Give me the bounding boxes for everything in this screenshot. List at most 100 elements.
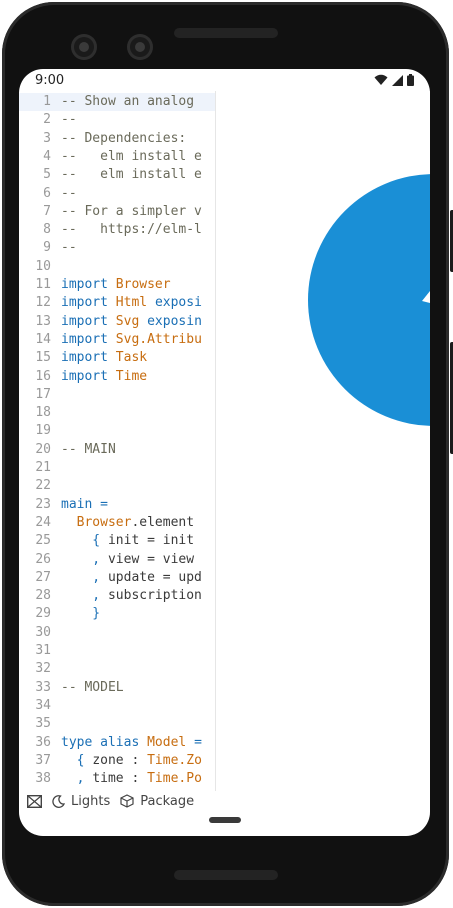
code-line[interactable]: 19 (19, 422, 215, 440)
code-line[interactable]: 37 { zone : Time.Zo (19, 752, 215, 770)
code-token: update = upd (107, 569, 202, 585)
code-token: -- elm install e (61, 148, 202, 164)
code-line[interactable]: 22 (19, 477, 215, 495)
code-line[interactable]: 33 -- MODEL (19, 679, 215, 697)
packages-button[interactable]: Package (120, 794, 194, 809)
code-token: main = (61, 496, 108, 512)
code-line[interactable]: 29 } (19, 605, 215, 623)
code-text: import Html exposi (61, 294, 202, 312)
code-line[interactable]: 3 -- Dependencies: (19, 130, 215, 148)
line-number: 12 (35, 295, 51, 311)
code-token: subscription (107, 588, 202, 604)
code-token: exposi (154, 295, 202, 311)
status-time: 9:00 (35, 73, 65, 88)
packages-label: Package (140, 793, 195, 809)
screen: 9:00 1 -- Show an analog 2 -- 3 -- Dependenci… (19, 69, 430, 836)
code-line[interactable]: 18 (19, 404, 215, 422)
code-token: zone : (92, 752, 148, 768)
code-line[interactable]: 26 , view = view (19, 551, 215, 569)
code-token: = (194, 734, 202, 750)
line-number: 31 (35, 643, 51, 658)
code-line[interactable]: 21 (19, 459, 215, 477)
code-token: { (61, 752, 93, 768)
code-text: import Svg exposin (61, 313, 202, 331)
code-line[interactable]: 28 , subscription (19, 587, 215, 605)
code-token: , (61, 551, 108, 567)
code-line[interactable]: 17 (19, 386, 215, 404)
gesture-nav-handle[interactable] (209, 817, 241, 823)
code-line[interactable]: 7 -- For a simpler v (19, 203, 215, 221)
code-token: Time.Zo (147, 752, 202, 768)
code-line[interactable]: 20 -- MAIN (19, 441, 215, 459)
code-token: import (61, 277, 116, 292)
line-number: 22 (35, 478, 51, 494)
code-line[interactable]: 8 -- https://elm-l (19, 221, 215, 239)
code-line[interactable]: 34 (19, 697, 215, 715)
code-line[interactable]: 31 (19, 642, 215, 660)
code-line[interactable]: 10 (19, 258, 215, 276)
code-token: import (61, 350, 116, 366)
code-text: , subscription (61, 587, 202, 605)
code-token: -- (61, 112, 77, 128)
code-token: -- Show an analog (61, 94, 195, 109)
code-line[interactable]: 9 -- (19, 239, 215, 257)
code-editor[interactable]: 1 -- Show an analog 2 -- 3 -- Dependencies: 4-… (19, 91, 216, 791)
code-text: Browser.element (61, 514, 194, 532)
code-line[interactable]: 2 -- (19, 111, 215, 129)
line-number: 19 (35, 423, 51, 439)
code-text: import Task (61, 349, 147, 367)
line-number: 13 (35, 313, 51, 329)
code-line[interactable]: 23 main = (19, 496, 215, 514)
code-token: Model (147, 734, 195, 750)
code-line[interactable]: 27 , update = upd (19, 569, 215, 587)
line-number: 2 (43, 112, 51, 128)
code-token: Task (115, 350, 148, 366)
code-text: { init = init (61, 532, 194, 550)
collapse-button[interactable] (27, 794, 42, 808)
code-line[interactable]: 30 (19, 624, 215, 642)
code-line[interactable]: 4 -- elm install e (19, 148, 215, 166)
lights-button[interactable]: Lights (52, 794, 110, 809)
code-token: } (61, 606, 101, 622)
code-text: , time : Time.Po (61, 770, 202, 788)
code-line[interactable]: 38 , time : Time.Po (19, 770, 215, 788)
code-line[interactable]: 1 -- Show an analog (19, 93, 215, 112)
code-text: main = (61, 496, 108, 514)
code-line[interactable]: 11 import Browser (19, 276, 215, 294)
code-line[interactable]: 14 import Svg.Attribu (19, 331, 215, 349)
line-number: 14 (35, 331, 51, 347)
bottom-speaker (174, 870, 278, 880)
code-line[interactable]: 6 -- (19, 185, 215, 203)
code-token: -- https://elm-l (61, 222, 202, 238)
line-number: 9 (43, 240, 51, 256)
code-token: -- Dependencies: (61, 130, 187, 146)
code-token: import (61, 331, 116, 347)
top-speaker (174, 28, 278, 38)
line-number: 4 (43, 148, 51, 164)
code-text: -- Show an analog (61, 93, 194, 111)
code-token: -- MODEL (61, 679, 124, 695)
code-text: , view = view (61, 551, 194, 569)
lights-label: Lights (71, 793, 111, 809)
code-line[interactable]: 35 (19, 715, 215, 733)
code-text: , update = upd (61, 569, 202, 587)
code-line[interactable]: 13 import Svg exposin (19, 313, 215, 331)
code-line[interactable]: 15 import Task (19, 349, 215, 367)
wifi-icon (374, 74, 388, 85)
code-token: , (61, 569, 108, 585)
code-line[interactable]: 36 type alias Model = (19, 734, 215, 752)
line-number: 10 (35, 258, 51, 274)
package-icon (120, 794, 134, 808)
battery-icon (407, 74, 414, 86)
code-token: type alias (61, 734, 148, 750)
code-line[interactable]: 24 Browser.element (19, 514, 215, 532)
code-line[interactable]: 12 import Html exposi (19, 294, 215, 312)
code-token: Time (115, 368, 148, 384)
code-line[interactable]: 16 import Time (19, 368, 215, 386)
code-line[interactable]: 32 (19, 660, 215, 678)
code-token: import (61, 313, 116, 329)
code-line[interactable]: 25 { init = init (19, 532, 215, 550)
phone-frame: 9:00 1 -- Show an analog 2 -- 3 -- Dependenci… (0, 0, 453, 908)
code-token: import (61, 368, 116, 384)
code-line[interactable]: 5 -- elm install e (19, 166, 215, 184)
